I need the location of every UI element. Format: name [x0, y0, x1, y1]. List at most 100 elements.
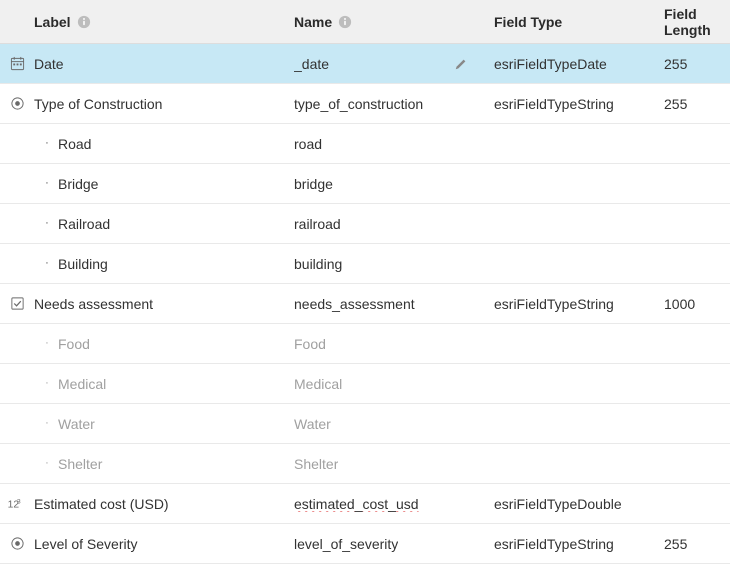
row-label-text: Building — [58, 256, 108, 272]
table-row[interactable]: Level of Severity level_of_severity esriFi… — [0, 524, 730, 564]
row-icon-cell — [0, 96, 34, 111]
row-icon-cell — [0, 496, 34, 511]
row-name-text: building — [294, 256, 342, 272]
row-length-text: 1000 — [664, 296, 695, 312]
bullet-icon: · — [42, 378, 52, 389]
row-label-cell: · Road — [34, 136, 294, 152]
row-label-text: Date — [34, 56, 64, 72]
fields-table: Label Name Field Type Field Length Date _… — [0, 0, 730, 564]
row-label-text: Shelter — [58, 456, 102, 472]
row-name-text: railroad — [294, 216, 341, 232]
row-length-text: 255 — [664, 56, 687, 72]
row-label-text: Bridge — [58, 176, 98, 192]
header-label-text: Label — [34, 14, 71, 30]
header-name-text: Name — [294, 14, 332, 30]
row-name-cell: bridge — [294, 176, 494, 192]
row-label-cell: · Water — [34, 416, 294, 432]
row-name-text: level_of_severity — [294, 536, 398, 552]
row-name-cell: Water — [294, 416, 494, 432]
row-label-text: Estimated cost (USD) — [34, 496, 169, 512]
table-subrow[interactable]: · Medical Medical — [0, 364, 730, 404]
row-type-cell: esriFieldTypeString — [494, 536, 664, 552]
bullet-icon: · — [42, 418, 52, 429]
row-type-text: esriFieldTypeString — [494, 96, 614, 112]
row-label-text: Railroad — [58, 216, 110, 232]
row-length-cell: 255 — [664, 96, 730, 112]
table-header-row: Label Name Field Type Field Length — [0, 0, 730, 44]
table-subrow[interactable]: · Building building — [0, 244, 730, 284]
row-type-cell: esriFieldTypeString — [494, 296, 664, 312]
row-name-text: Medical — [294, 376, 342, 392]
row-label-text: Type of Construction — [34, 96, 162, 112]
info-icon[interactable] — [338, 15, 352, 29]
row-label-text: Medical — [58, 376, 106, 392]
bullet-icon: · — [42, 258, 52, 269]
table-subrow[interactable]: · Railroad railroad — [0, 204, 730, 244]
info-icon[interactable] — [77, 15, 91, 29]
table-row[interactable]: Needs assessment needs_assessmentesriFiel… — [0, 284, 730, 324]
row-type-text: esriFieldTypeString — [494, 536, 614, 552]
row-icon-cell — [0, 296, 34, 311]
table-subrow[interactable]: · Bridge bridge — [0, 164, 730, 204]
row-length-cell: 1000 — [664, 296, 730, 312]
table-subrow[interactable]: · Road road — [0, 124, 730, 164]
row-name-text: road — [294, 136, 322, 152]
row-name-cell: needs_assessment — [294, 296, 494, 312]
header-length-cell: Field Length — [664, 6, 730, 38]
row-name-text: estimated_cost_usd — [294, 496, 419, 512]
row-name-text: Water — [294, 416, 331, 432]
row-name-cell: estimated_cost_usd — [294, 496, 494, 512]
row-name-cell: road — [294, 136, 494, 152]
row-type-cell: esriFieldTypeDate — [494, 56, 664, 72]
row-name-text: _date — [294, 56, 329, 72]
row-length-text: 255 — [664, 96, 687, 112]
row-label-text: Needs assessment — [34, 296, 153, 312]
header-length-text: Field Length — [664, 6, 711, 38]
row-icon-cell — [0, 56, 34, 71]
row-length-text: 255 — [664, 536, 687, 552]
table-subrow[interactable]: ·ShelterShelter — [0, 444, 730, 484]
row-label-cell: · Medical — [34, 376, 294, 392]
row-name-cell: _date — [294, 56, 494, 72]
header-type-text: Field Type — [494, 14, 562, 30]
row-name-cell: Food — [294, 336, 494, 352]
row-name-cell: building — [294, 256, 494, 272]
table-subrow[interactable]: · Water Water — [0, 404, 730, 444]
row-label-text: Road — [58, 136, 91, 152]
row-name-cell: railroad — [294, 216, 494, 232]
row-label-text: Food — [58, 336, 90, 352]
checkbox-icon — [10, 296, 25, 311]
row-label-cell: Estimated cost (USD) — [34, 496, 294, 512]
row-length-cell: 255 — [664, 536, 730, 552]
radio-icon — [10, 96, 25, 111]
row-type-text: esriFieldTypeDate — [494, 56, 607, 72]
row-label-cell: · Bridge — [34, 176, 294, 192]
header-name-cell: Name — [294, 14, 494, 30]
row-name-text: Shelter — [294, 456, 338, 472]
bullet-icon: · — [42, 218, 52, 229]
bullet-icon: · — [42, 178, 52, 189]
bullet-icon: · — [42, 338, 52, 349]
row-label-text: Level of Severity — [34, 536, 138, 552]
table-subrow[interactable]: · Food Food — [0, 324, 730, 364]
table-row[interactable]: Date _date esriFieldTypeDate 255 — [0, 44, 730, 84]
bullet-icon: · — [42, 138, 52, 149]
row-type-text: esriFieldTypeString — [494, 296, 614, 312]
row-type-cell: esriFieldTypeDouble — [494, 496, 664, 512]
row-label-text: Water — [58, 416, 95, 432]
row-name-cell: level_of_severity — [294, 536, 494, 552]
header-type-cell: Field Type — [494, 14, 664, 30]
table-row[interactable]: Type of Construction type_of_construction… — [0, 84, 730, 124]
table-row[interactable]: Estimated cost (USD) estimated_cost_usd es… — [0, 484, 730, 524]
row-name-cell: Medical — [294, 376, 494, 392]
row-label-cell: Needs assessment — [34, 296, 294, 312]
row-name-cell: type_of_construction — [294, 96, 494, 112]
edit-icon[interactable] — [454, 57, 468, 71]
row-name-cell: Shelter — [294, 456, 494, 472]
row-type-cell: esriFieldTypeString — [494, 96, 664, 112]
row-label-cell: Type of Construction — [34, 96, 294, 112]
row-name-text: bridge — [294, 176, 333, 192]
row-label-cell: · Food — [34, 336, 294, 352]
header-label-cell: Label — [0, 14, 294, 30]
row-length-cell: 255 — [664, 56, 730, 72]
